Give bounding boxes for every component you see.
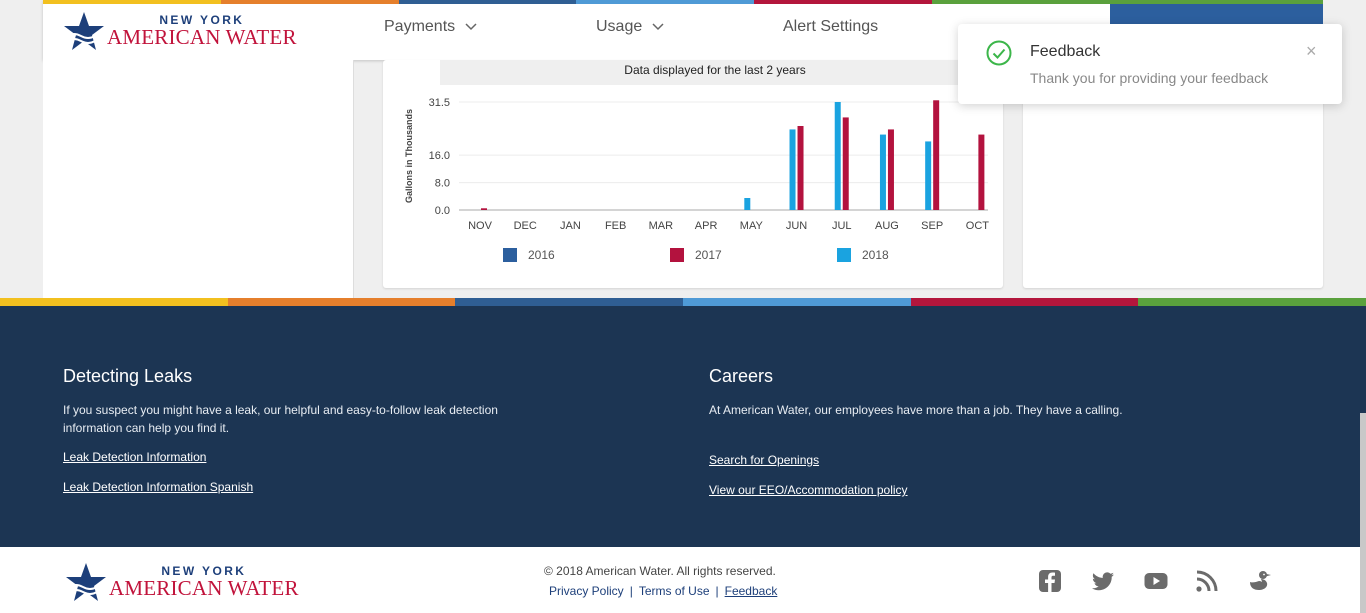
close-icon[interactable]: × (1306, 41, 1317, 62)
left-panel (43, 60, 354, 298)
x-tick-label: MAR (649, 220, 674, 232)
legend-label: 2017 (695, 248, 722, 262)
legend-label: 2016 (528, 248, 555, 262)
leaks-heading: Detecting Leaks (63, 366, 193, 386)
x-tick-label: JAN (560, 220, 581, 232)
terms-of-use-link[interactable]: Terms of Use (639, 584, 710, 598)
site-header: NEW YORK AMERICAN WATER Payments Usage A… (43, 0, 1110, 60)
rss-icon[interactable] (1195, 569, 1219, 593)
star-logo-icon (66, 563, 107, 601)
site-footer: Detecting Leaks If you suspect you might… (0, 306, 1366, 547)
x-tick-label: FEB (605, 220, 626, 232)
header-color-stripe (43, 0, 1110, 4)
y-axis-label: Gallons in Thousands (404, 109, 414, 203)
brand-logo[interactable]: NEW YORK AMERICAN WATER (63, 10, 297, 52)
brand-line-2: AMERICAN WATER (107, 25, 297, 49)
leaks-text-line-2: information can help you find it. (63, 421, 230, 435)
nav-payments-label: Payments (384, 18, 456, 35)
bar-2017 (978, 134, 985, 210)
usage-chart-card: Data displayed for the last 2 years 0.0 8… (383, 60, 1003, 288)
bar-2017 (887, 129, 894, 210)
bar-2017 (842, 117, 849, 210)
search-openings-link[interactable]: Search for Openings (709, 453, 819, 467)
bar-2017 (933, 100, 940, 210)
footer-color-stripe (0, 298, 1366, 306)
feedback-toast: Feedback Thank you for providing your fe… (958, 24, 1342, 104)
y-tick-label: 31.5 (429, 97, 450, 109)
facebook-icon[interactable] (1038, 569, 1062, 593)
x-tick-label: AUG (875, 220, 899, 232)
x-tick-label: JUL (832, 220, 852, 232)
bar-2018 (744, 198, 751, 210)
y-tick-label: 0.0 (435, 205, 450, 217)
nav-usage[interactable]: Usage (596, 18, 664, 36)
copyright-text: © 2018 American Water. All rights reserv… (544, 564, 776, 578)
legend-swatch (503, 248, 517, 262)
chevron-down-icon (652, 23, 664, 31)
usage-bar-chart: 0.0 8.0 16.0 31.5 Gallons in Thousands NOV DEC… (404, 97, 990, 262)
legend-label: 2018 (862, 248, 889, 262)
separator: | (629, 584, 633, 598)
duck-icon[interactable] (1248, 569, 1272, 593)
nav-alert-settings[interactable]: Alert Settings (783, 18, 878, 36)
check-circle-icon (986, 40, 1012, 66)
y-tick-label: 16.0 (429, 150, 450, 162)
star-logo-icon (64, 12, 105, 50)
x-tick-label: MAY (740, 220, 764, 232)
bar-2018 (925, 141, 932, 210)
bottom-bar: NEW YORK AMERICAN WATER © 2018 American … (0, 547, 1366, 613)
x-tick-label: NOV (468, 220, 493, 232)
chevron-down-icon (465, 23, 477, 31)
toast-message: Thank you for providing your feedback (1030, 70, 1269, 86)
footer-brand-logo[interactable]: NEW YORK AMERICAN WATER (65, 561, 299, 603)
leaks-text-line-1: If you suspect you might have a leak, ou… (63, 403, 498, 417)
bar-2018 (834, 102, 841, 210)
x-tick-label: JUN (786, 220, 807, 232)
x-tick-label: SEP (921, 220, 943, 232)
scrollbar[interactable] (1360, 413, 1366, 613)
nav-usage-label: Usage (596, 18, 643, 35)
careers-heading: Careers (709, 366, 774, 386)
feedback-link[interactable]: Feedback (725, 584, 778, 598)
nav-alert-settings-label: Alert Settings (783, 18, 879, 35)
twitter-icon[interactable] (1091, 569, 1115, 593)
leak-detection-link[interactable]: Leak Detection Information (63, 450, 206, 464)
legend-swatch (837, 248, 851, 262)
x-tick-label: APR (695, 220, 718, 232)
legend-swatch (670, 248, 684, 262)
legal-links: Privacy Policy | Terms of Use | Feedback (549, 584, 777, 598)
bar-2018 (789, 129, 796, 210)
x-tick-label: DEC (514, 220, 537, 232)
toast-title: Feedback (1030, 43, 1101, 60)
careers-text: At American Water, our employees have mo… (709, 403, 1123, 417)
bar-2017 (797, 126, 804, 210)
footer-brand-line-2: AMERICAN WATER (109, 576, 299, 600)
y-tick-label: 8.0 (435, 178, 450, 190)
youtube-icon[interactable] (1144, 569, 1168, 593)
bar-2017 (481, 208, 487, 210)
privacy-policy-link[interactable]: Privacy Policy (549, 584, 624, 598)
separator: | (715, 584, 719, 598)
nav-payments[interactable]: Payments (384, 18, 477, 36)
x-tick-label: OCT (966, 220, 990, 232)
eeo-policy-link[interactable]: View our EEO/Accommodation policy (709, 483, 908, 497)
bar-2018 (879, 134, 886, 210)
leak-detection-spanish-link[interactable]: Leak Detection Information Spanish (63, 480, 253, 494)
